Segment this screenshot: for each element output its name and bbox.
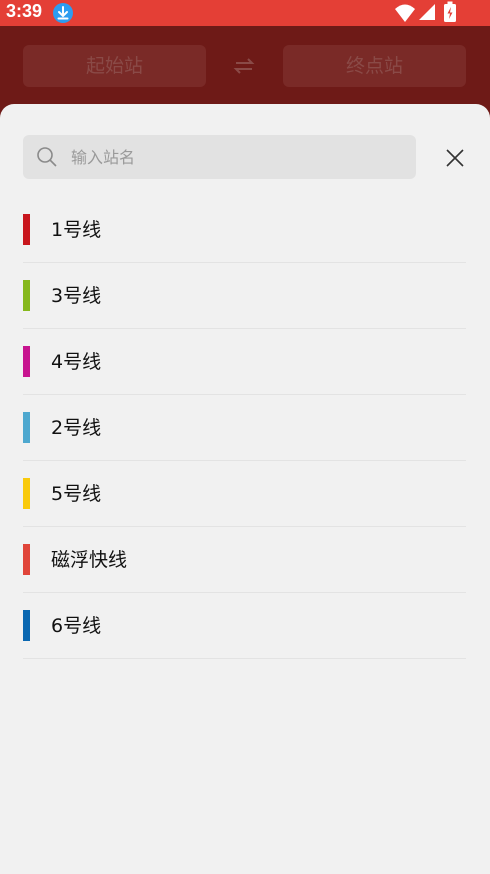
line-label: 4号线 [51, 351, 102, 373]
search-box[interactable] [23, 135, 416, 179]
route-bar: 起始站 终点站 [0, 26, 490, 105]
line-item[interactable]: 2号线 [23, 395, 466, 461]
line-color-bar [23, 544, 30, 575]
download-icon [53, 3, 73, 23]
wifi-icon [395, 4, 415, 22]
line-label: 2号线 [51, 417, 102, 439]
line-color-bar [23, 412, 30, 443]
line-label: 磁浮快线 [51, 549, 128, 571]
line-item[interactable]: 1号线 [23, 197, 466, 263]
line-color-bar [23, 280, 30, 311]
start-station-button[interactable]: 起始站 [23, 45, 206, 87]
battery-charging-icon [444, 1, 456, 22]
line-color-bar [23, 214, 30, 245]
line-item[interactable]: 6号线 [23, 593, 466, 659]
line-label: 5号线 [51, 483, 102, 505]
line-item[interactable]: 4号线 [23, 329, 466, 395]
swap-icon[interactable] [233, 55, 255, 77]
line-color-bar [23, 346, 30, 377]
line-picker-sheet: 1号线 3号线 4号线 2号线 5号线磁浮快线 6号线 [0, 104, 490, 874]
end-station-button[interactable]: 终点站 [283, 45, 466, 87]
line-color-bar [23, 610, 30, 641]
line-list: 1号线 3号线 4号线 2号线 5号线磁浮快线 6号线 [23, 197, 466, 659]
status-time: 3:39 [6, 1, 43, 21]
line-item[interactable]: 磁浮快线 [23, 527, 466, 593]
close-icon[interactable] [443, 146, 467, 170]
line-label: 1号线 [51, 219, 102, 241]
line-item[interactable]: 3号线 [23, 263, 466, 329]
line-item[interactable]: 5号线 [23, 461, 466, 527]
status-bar: 3:39 [0, 0, 490, 26]
search-icon [37, 147, 57, 167]
signal-icon [419, 4, 435, 20]
line-color-bar [23, 478, 30, 509]
line-label: 6号线 [51, 615, 102, 637]
line-label: 3号线 [51, 285, 102, 307]
search-input[interactable] [71, 135, 401, 179]
